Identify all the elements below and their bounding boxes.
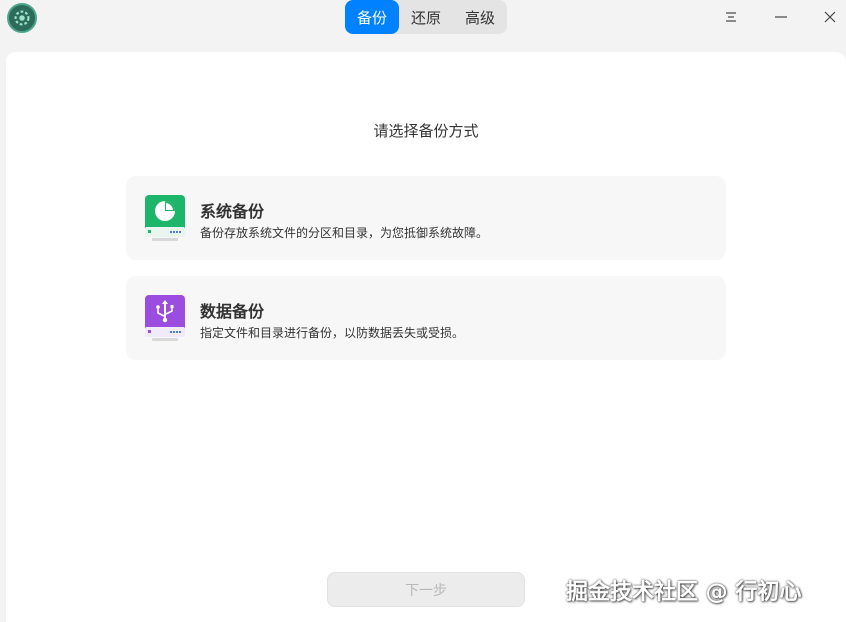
- app-icon: [7, 3, 37, 33]
- data-backup-option[interactable]: 数据备份 指定文件和目录进行备份，以防数据丢失或受损。: [126, 276, 726, 360]
- minimize-icon: [775, 16, 787, 18]
- page-title: 请选择备份方式: [373, 122, 479, 140]
- main-panel: 请选择备份方式 系统备份 备份存放系统文件的分区和目录，为您抵御系统故障。 数据…: [6, 52, 846, 622]
- title-bar: 备份 还原 高级: [0, 0, 846, 42]
- option-description: 备份存放系统文件的分区和目录，为您抵御系统故障。: [200, 226, 489, 240]
- system-backup-option[interactable]: 系统备份 备份存放系统文件的分区和目录，为您抵御系统故障。: [126, 176, 726, 260]
- menu-icon: [726, 12, 736, 22]
- data-backup-icon: [145, 295, 185, 341]
- tab-backup[interactable]: 备份: [345, 0, 399, 34]
- menu-button[interactable]: [718, 4, 744, 30]
- option-description: 指定文件和目录进行备份，以防数据丢失或受损。: [200, 326, 465, 340]
- close-icon: [824, 11, 836, 23]
- option-title: 数据备份: [200, 302, 265, 321]
- tab-advanced[interactable]: 高级: [453, 0, 507, 34]
- minimize-button[interactable]: [768, 4, 794, 30]
- next-button[interactable]: 下一步: [327, 572, 525, 607]
- close-button[interactable]: [817, 4, 843, 30]
- tab-bar: 备份 还原 高级: [345, 0, 507, 34]
- gear-icon: [14, 10, 30, 26]
- system-backup-icon: [145, 195, 185, 241]
- watermark: 掘金技术社区 @ 行初心: [566, 580, 802, 605]
- option-title: 系统备份: [200, 202, 265, 221]
- tab-restore[interactable]: 还原: [399, 0, 453, 34]
